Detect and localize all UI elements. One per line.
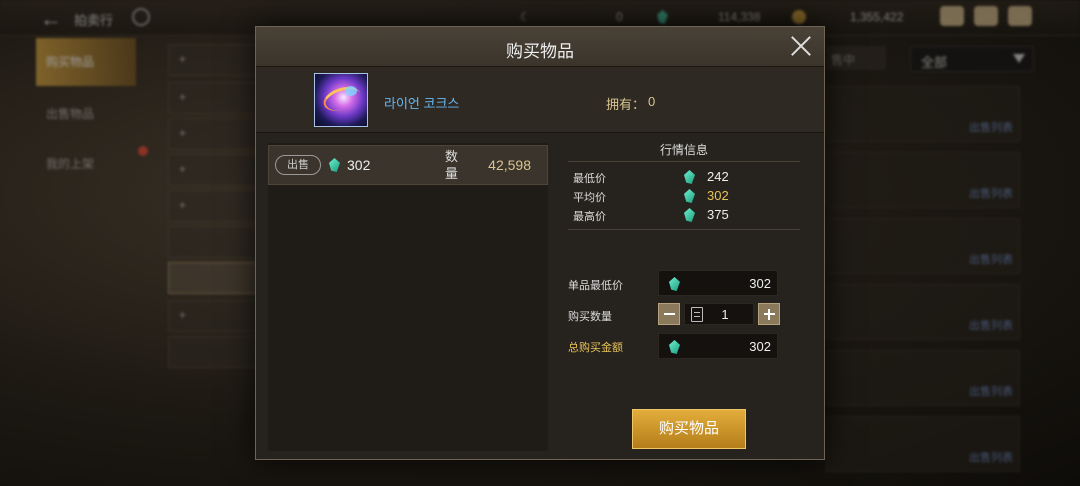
back-arrow-icon[interactable]: ← — [40, 6, 62, 32]
filter-value: 全部 — [921, 55, 948, 70]
result-row[interactable]: 出售列表 — [826, 152, 1020, 208]
gem-icon — [329, 158, 340, 172]
owned-value: 0 — [648, 94, 656, 109]
stat-label-avg: 平均价 — [573, 192, 606, 204]
gem-currency-value: 114,338 — [718, 10, 761, 24]
sidebar-item-buy[interactable]: 购买物品 — [36, 38, 136, 86]
buy-item-button[interactable]: 购买物品 — [632, 409, 746, 449]
stat-value-max: 375 — [707, 207, 729, 222]
total-price-value: 302 — [749, 339, 771, 354]
mail-icon[interactable] — [974, 6, 998, 26]
unit-min-price-label: 单品最低价 — [568, 280, 623, 292]
result-row[interactable]: 出售列表 — [826, 218, 1020, 274]
category-row[interactable] — [168, 336, 260, 368]
close-icon[interactable] — [790, 35, 812, 57]
item-name: 라이언 코크스 — [384, 96, 460, 111]
market-info-title: 行情信息 — [659, 143, 708, 157]
stat-label-max: 最高价 — [573, 211, 606, 223]
moon-currency-value: 0 — [616, 10, 623, 24]
total-price-label: 总购买金额 — [568, 342, 623, 354]
sale-list-link[interactable]: 出售列表 — [969, 119, 1013, 135]
quantity-label: 数量 — [445, 149, 459, 181]
pouch-icon[interactable] — [940, 6, 964, 26]
category-row[interactable] — [168, 226, 260, 258]
orb-swirl — [320, 82, 364, 116]
stat-value-min: 242 — [707, 169, 729, 184]
chat-icon[interactable] — [1008, 6, 1032, 26]
quantity-input[interactable]: 1 — [684, 303, 754, 325]
category-row[interactable]: + — [168, 82, 260, 114]
auction-title: 拍卖行 — [74, 13, 114, 28]
divider — [568, 229, 800, 230]
quantity-value: 1 — [721, 307, 729, 322]
category-row[interactable]: + — [168, 118, 260, 150]
increase-quantity-button[interactable] — [758, 303, 780, 325]
total-price-field: 302 — [658, 333, 778, 359]
category-row[interactable]: + — [168, 190, 260, 222]
result-row[interactable]: 出售列表 — [826, 86, 1020, 142]
gem-icon — [684, 208, 695, 222]
orb-glint — [345, 86, 357, 96]
item-info-panel: 라이언 코크스 拥有： 0 — [256, 67, 824, 133]
category-row[interactable]: + — [168, 300, 260, 332]
gem-icon — [684, 189, 695, 203]
divider — [568, 161, 800, 162]
listing-price: 302 — [347, 157, 371, 173]
category-row[interactable]: + — [168, 154, 260, 186]
item-orb-icon[interactable] — [314, 73, 368, 127]
gem-icon — [669, 340, 680, 354]
sale-list-link[interactable]: 出售列表 — [969, 449, 1013, 465]
stat-value-avg: 302 — [707, 188, 729, 203]
sidebar-item-sell[interactable]: 出售物品 — [36, 90, 136, 138]
sale-list-link[interactable]: 出售列表 — [969, 383, 1013, 399]
calculator-icon[interactable] — [691, 307, 703, 322]
unit-min-price-value: 302 — [749, 276, 771, 291]
sale-list-link[interactable]: 出售列表 — [969, 251, 1013, 267]
result-row[interactable]: 出售列表 — [826, 416, 1020, 472]
owned-label: 拥有： — [606, 97, 646, 112]
notification-dot — [138, 146, 148, 156]
buy-item-dialog: 购买物品 라이언 코크스 拥有： 0 出售 302 数量 42,598 行情信息… — [255, 26, 825, 460]
buy-quantity-label: 购买数量 — [568, 311, 612, 323]
unit-min-price-field: 302 — [658, 270, 778, 296]
result-row[interactable]: 出售列表 — [826, 350, 1020, 406]
sell-badge: 出售 — [275, 155, 321, 175]
result-row[interactable]: 出售列表 — [826, 284, 1020, 340]
gem-icon — [684, 170, 695, 184]
category-row-selected[interactable] — [168, 262, 260, 294]
gem-currency-icon — [657, 10, 668, 24]
filter-dropdown[interactable]: 全部 — [910, 46, 1034, 72]
sale-list-link[interactable]: 出售列表 — [969, 317, 1013, 333]
gold-currency-value: 1,355,422 — [850, 10, 904, 24]
eye-icon[interactable] — [132, 8, 150, 26]
right-column-header: 售中 — [826, 46, 886, 70]
listing-list: 出售 302 数量 42,598 — [268, 143, 548, 451]
gem-icon — [669, 277, 680, 291]
stat-label-min: 最低价 — [573, 173, 606, 185]
moon-currency-icon: ☾ — [520, 10, 531, 24]
listing-quantity: 42,598 — [488, 157, 531, 173]
listing-row[interactable]: 出售 302 数量 42,598 — [268, 145, 548, 185]
dialog-header: 购买物品 — [256, 27, 824, 67]
sidebar-item-listings[interactable]: 我的上架 — [36, 140, 136, 188]
dialog-title: 购买物品 — [506, 42, 574, 61]
chevron-down-icon — [1013, 54, 1025, 63]
category-row[interactable]: + — [168, 44, 260, 76]
gold-coin-icon — [792, 10, 806, 24]
sale-list-link[interactable]: 出售列表 — [969, 185, 1013, 201]
decrease-quantity-button[interactable] — [658, 303, 680, 325]
